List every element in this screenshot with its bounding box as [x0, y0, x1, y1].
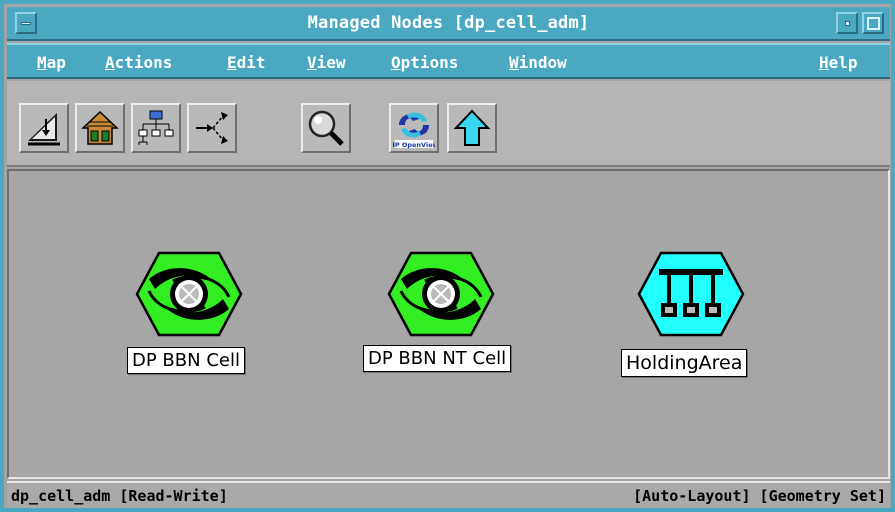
map-status: dp_cell_adm [Read-Write] — [11, 487, 228, 505]
cell-icon — [135, 251, 243, 337]
minimize-button[interactable] — [836, 12, 858, 34]
close-submap-button[interactable] — [19, 103, 69, 153]
window-title: Managed Nodes [dp_cell_adm] — [307, 13, 590, 33]
menu-window-mnemonic: W — [509, 53, 519, 72]
root-submap-button[interactable] — [131, 103, 181, 153]
node-label-holding-area[interactable]: HoldingArea — [621, 349, 748, 377]
status-bar: dp_cell_adm [Read-Write] [Auto-Layout] [… — [7, 481, 890, 509]
quick-navigator-icon — [308, 110, 344, 146]
cell-icon — [387, 251, 495, 337]
node-label-dp-bbn-nt-cell[interactable]: DP BBN NT Cell — [363, 345, 512, 372]
navigate-submap-button[interactable] — [187, 103, 237, 153]
menu-actions-mnemonic: A — [105, 53, 115, 72]
parent-submap-button[interactable] — [447, 103, 497, 153]
menu-help-mnemonic: H — [819, 53, 829, 72]
hp-openview-caption: HP OpenView — [393, 141, 435, 149]
menu-window[interactable]: Window — [509, 53, 567, 72]
menu-view-rest: iew — [316, 53, 346, 72]
menu-bar: Map Actions Edit View Options Window Hel… — [7, 43, 890, 79]
managed-nodes-window: Managed Nodes [dp_cell_adm] Map Actions … — [0, 0, 895, 512]
holding-area-icon — [637, 251, 745, 337]
menu-view-mnemonic: V — [307, 53, 317, 72]
menu-edit-rest: dit — [236, 53, 266, 72]
menu-help[interactable]: Help — [819, 53, 858, 72]
navigate-submap-icon — [196, 112, 228, 144]
submap-canvas[interactable]: DP BBN Cell DP BBN NT Cell HoldingArea — [7, 169, 890, 479]
hp-openview-icon: HP OpenView — [393, 112, 435, 149]
quick-navigator-button[interactable] — [301, 103, 351, 153]
menu-edit[interactable]: Edit — [227, 53, 266, 72]
menu-options-rest: ptions — [400, 53, 459, 72]
home-submap-icon — [81, 110, 119, 145]
menu-help-rest: elp — [828, 53, 858, 72]
menu-options-mnemonic: O — [391, 53, 401, 72]
node-label-dp-bbn-cell[interactable]: DP BBN Cell — [127, 347, 245, 374]
menu-map-mnemonic: M — [37, 53, 47, 72]
parent-submap-icon — [453, 109, 491, 146]
maximize-icon — [867, 17, 880, 30]
node-dp-bbn-cell[interactable] — [129, 249, 249, 339]
menu-options[interactable]: Options — [391, 53, 458, 72]
close-submap-icon — [28, 113, 60, 146]
hp-openview-button[interactable]: HP OpenView — [389, 103, 439, 153]
menu-actions[interactable]: Actions — [105, 53, 172, 72]
title-bar[interactable]: Managed Nodes [dp_cell_adm] — [7, 7, 890, 41]
minimize-icon — [845, 21, 850, 26]
menu-map[interactable]: Map — [37, 53, 66, 72]
layout-status: [Auto-Layout] [Geometry Set] — [633, 487, 886, 505]
home-submap-button[interactable] — [75, 103, 125, 153]
menu-map-rest: ap — [46, 53, 66, 72]
menu-actions-rest: ctions — [114, 53, 173, 72]
toolbar: HP OpenView — [7, 81, 890, 167]
menu-window-rest: indow — [518, 53, 567, 72]
menu-edit-mnemonic: E — [227, 53, 237, 72]
node-dp-bbn-nt-cell[interactable] — [381, 249, 501, 339]
menu-view[interactable]: View — [307, 53, 346, 72]
root-submap-icon — [138, 110, 174, 145]
node-holding-area[interactable] — [631, 249, 751, 339]
maximize-button[interactable] — [862, 12, 884, 34]
